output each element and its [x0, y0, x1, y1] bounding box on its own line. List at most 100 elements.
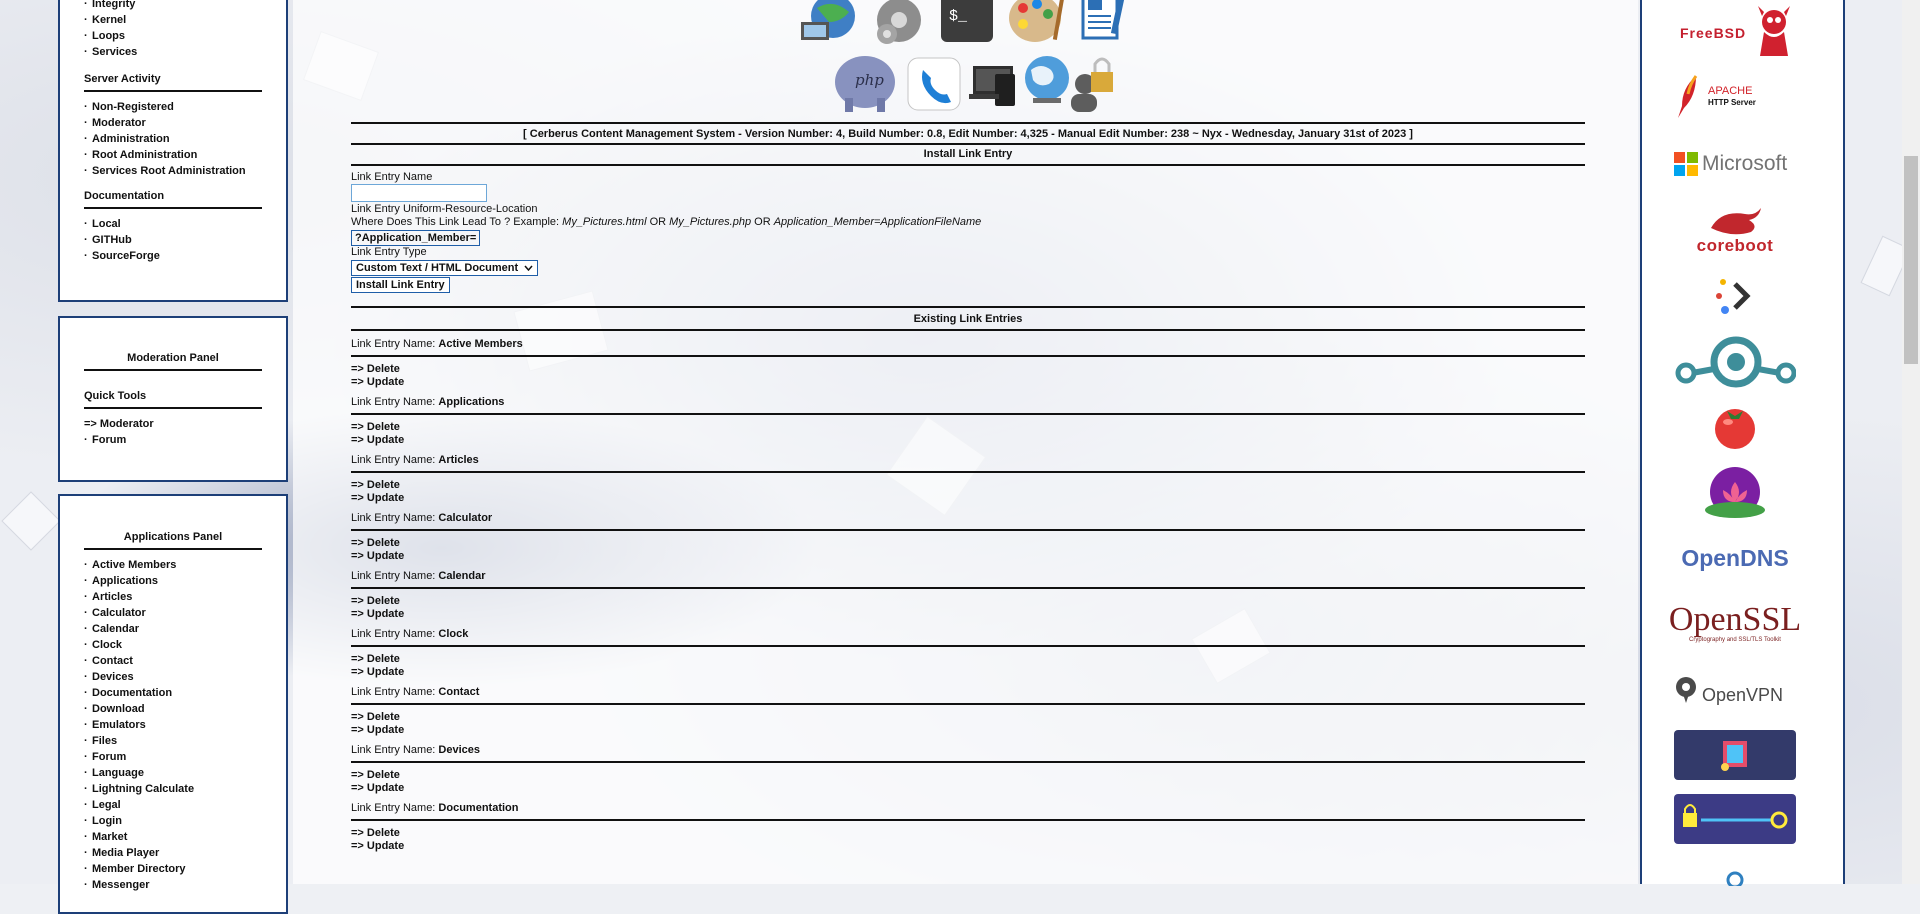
- forum-link[interactable]: Forum: [84, 432, 262, 448]
- application-link[interactable]: Download: [84, 701, 262, 717]
- apache-logo[interactable]: APACHE HTTP Server: [1674, 72, 1796, 122]
- application-link[interactable]: Articles: [84, 589, 262, 605]
- lotus-logo[interactable]: [1674, 466, 1796, 520]
- link-entry-actions: => Delete => Update: [351, 415, 1585, 447]
- update-link[interactable]: => Update: [351, 724, 1585, 737]
- microsoft-squares-icon: [1674, 152, 1698, 176]
- application-link[interactable]: Market: [84, 829, 262, 845]
- gears-icon[interactable]: [877, 0, 921, 44]
- application-link[interactable]: Contact: [84, 653, 262, 669]
- link-entry: Link Entry Name: Articles => Delete => Upd…: [351, 453, 1585, 505]
- application-link[interactable]: Language: [84, 765, 262, 781]
- application-link[interactable]: Lightning Calculate: [84, 781, 262, 797]
- document-edit-icon[interactable]: [1081, 0, 1126, 40]
- delete-link[interactable]: => Delete: [351, 827, 1585, 840]
- moderator-link[interactable]: => Moderator: [84, 416, 262, 432]
- chevron-dots-logo[interactable]: [1674, 274, 1796, 318]
- install-form-title: Install Link Entry: [923, 148, 1013, 160]
- application-link[interactable]: Documentation: [84, 685, 262, 701]
- application-link[interactable]: Emulators: [84, 717, 262, 733]
- application-link[interactable]: Calculator: [84, 605, 262, 621]
- coreboot-logo[interactable]: coreboot: [1674, 204, 1796, 258]
- key-app-logo[interactable]: [1674, 794, 1796, 844]
- nav-link[interactable]: Root Administration: [84, 147, 262, 163]
- application-link[interactable]: Applications: [84, 573, 262, 589]
- nav-link[interactable]: GITHub: [84, 232, 262, 248]
- link-entry-name-value: Calculator: [438, 512, 493, 524]
- delete-link[interactable]: => Delete: [351, 479, 1585, 492]
- application-link[interactable]: Files: [84, 733, 262, 749]
- user-lock-icon[interactable]: [1071, 57, 1113, 112]
- application-link[interactable]: Member Directory: [84, 861, 262, 877]
- nav-link[interactable]: Loops: [84, 28, 262, 44]
- link-entry: Link Entry Name: Active Members => Delete…: [351, 337, 1585, 389]
- update-link[interactable]: => Update: [351, 666, 1585, 679]
- lineage-logo[interactable]: [1674, 334, 1796, 390]
- scrollbar-thumb[interactable]: [1904, 156, 1918, 364]
- nav-link[interactable]: Integrity: [84, 0, 262, 12]
- update-link[interactable]: => Update: [351, 492, 1585, 505]
- delete-link[interactable]: => Delete: [351, 769, 1585, 782]
- nav-link[interactable]: Moderator: [84, 115, 262, 131]
- application-link[interactable]: Active Members: [84, 557, 262, 573]
- link-entry-actions: => Delete => Update: [351, 821, 1585, 853]
- application-link[interactable]: Messenger: [84, 877, 262, 893]
- application-link[interactable]: Devices: [84, 669, 262, 685]
- openvpn-logo[interactable]: OpenVPN: [1674, 670, 1796, 710]
- freebsd-text: FreeBSD: [1680, 25, 1747, 41]
- nav-link[interactable]: Kernel: [84, 12, 262, 28]
- nav-link[interactable]: Non-Registered: [84, 99, 262, 115]
- globe-network-icon[interactable]: [801, 0, 855, 40]
- freebsd-logo[interactable]: FreeBSD: [1674, 5, 1796, 61]
- tomato-logo[interactable]: [1674, 402, 1796, 450]
- nav-link[interactable]: Local: [84, 216, 262, 232]
- coreboot-text: coreboot: [1696, 236, 1774, 255]
- application-link[interactable]: Clock: [84, 637, 262, 653]
- update-link[interactable]: => Update: [351, 550, 1585, 563]
- link-entry-name-value: Contact: [438, 686, 480, 698]
- globe-icon[interactable]: [1025, 56, 1069, 103]
- crypto-app-logo[interactable]: [1674, 730, 1796, 780]
- link-name-input[interactable]: [351, 184, 487, 202]
- application-link[interactable]: Media Player: [84, 845, 262, 861]
- link-entry: Link Entry Name: Clock => Delete => Update: [351, 627, 1585, 679]
- openssl-sub: Cryptography and SSL/TLS Toolkit: [1689, 637, 1781, 643]
- opendns-logo[interactable]: OpenDNS: [1674, 542, 1796, 574]
- hint-example-php: My_Pictures.php: [669, 216, 752, 228]
- page-scrollbar[interactable]: [1902, 0, 1920, 884]
- delete-link[interactable]: => Delete: [351, 711, 1585, 724]
- devices-icon[interactable]: [969, 66, 1015, 106]
- update-link[interactable]: => Update: [351, 434, 1585, 447]
- nav-link[interactable]: Services Root Administration: [84, 163, 262, 179]
- terminal-icon[interactable]: $_: [941, 0, 993, 42]
- link-type-select[interactable]: Custom Text / HTML Document: [351, 260, 539, 276]
- delete-link[interactable]: => Delete: [351, 363, 1585, 376]
- url-prefix-field[interactable]: ?Application_Member=: [351, 230, 481, 246]
- delete-link[interactable]: => Delete: [351, 653, 1585, 666]
- link-entry-name-value: Articles: [438, 454, 479, 466]
- link-entry: Link Entry Name: Calculator => Delete => U…: [351, 511, 1585, 563]
- delete-link[interactable]: => Delete: [351, 421, 1585, 434]
- application-link[interactable]: Forum: [84, 749, 262, 765]
- nav-link[interactable]: SourceForge: [84, 248, 262, 264]
- update-link[interactable]: => Update: [351, 782, 1585, 795]
- update-link[interactable]: => Update: [351, 840, 1585, 853]
- chevron-down-icon: [524, 265, 533, 271]
- application-link[interactable]: Legal: [84, 797, 262, 813]
- nav-link[interactable]: Administration: [84, 131, 262, 147]
- palette-icon[interactable]: [1009, 0, 1066, 42]
- application-link[interactable]: Calendar: [84, 621, 262, 637]
- microsoft-logo[interactable]: Microsoft: [1674, 142, 1796, 186]
- quick-tools-title: Quick Tools: [84, 390, 262, 409]
- application-link[interactable]: Login: [84, 813, 262, 829]
- install-link-button[interactable]: Install Link Entry: [351, 277, 450, 293]
- php-elephant-icon[interactable]: php: [835, 56, 895, 112]
- link-name-label: Link Entry Name: [351, 171, 433, 183]
- nav-link[interactable]: Services: [84, 44, 262, 60]
- openssl-logo[interactable]: OpenSSL Cryptography and SSL/TLS Toolkit: [1669, 598, 1801, 648]
- delete-link[interactable]: => Delete: [351, 537, 1585, 550]
- phone-icon[interactable]: [907, 57, 961, 111]
- delete-link[interactable]: => Delete: [351, 595, 1585, 608]
- update-link[interactable]: => Update: [351, 376, 1585, 389]
- update-link[interactable]: => Update: [351, 608, 1585, 621]
